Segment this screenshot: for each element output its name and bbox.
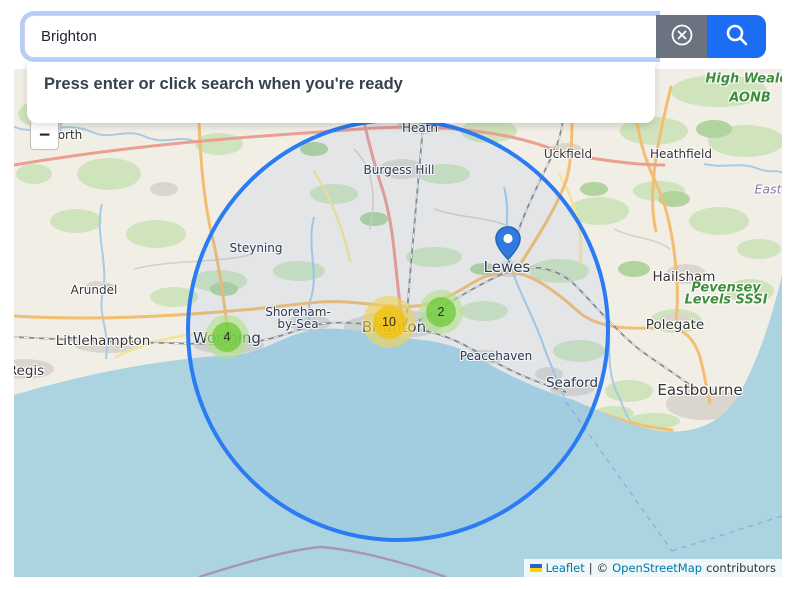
marker-cluster-10[interactable]: 10 xyxy=(363,296,415,348)
map-pin-icon xyxy=(495,247,521,264)
map-label-uckfield: Uckfield xyxy=(544,147,592,161)
map-label-levels-sssi: Levels SSSI xyxy=(684,293,767,308)
search-button[interactable] xyxy=(707,15,766,58)
marker-cluster-2[interactable]: 2 xyxy=(419,290,463,334)
magnifier-icon xyxy=(724,22,750,51)
map-label-steyning: Steyning xyxy=(230,241,283,255)
map-label-east-sussex: East Sussex xyxy=(755,182,782,197)
map-label-regis: Regis xyxy=(14,363,44,379)
map-label-by-sea: by-Sea xyxy=(277,317,318,331)
map-label-arundel: Arundel xyxy=(71,283,118,297)
clear-search-button[interactable] xyxy=(656,15,707,58)
map-label-orth: orth xyxy=(58,128,83,142)
map-label-heath: Heath xyxy=(402,121,438,135)
cluster-count: 4 xyxy=(224,330,231,344)
attribution-separator: | xyxy=(589,561,593,575)
ukraine-flag-icon xyxy=(530,564,542,572)
map-attribution: Leaflet | © OpenStreetMap contributors xyxy=(524,559,782,577)
map-label-seaford: Seaford xyxy=(546,375,598,391)
search-hint-text: Press enter or click search when you're … xyxy=(44,75,403,93)
map-label-polegate: Polegate xyxy=(646,317,704,333)
map-label-littlehampton: Littlehampton xyxy=(56,333,151,349)
zoom-out-button[interactable]: − xyxy=(30,122,59,150)
contributors-text: contributors xyxy=(706,561,776,575)
map-canvas[interactable]: orth Heath Burgess Hill Uckfield Heathfield H… xyxy=(14,69,782,577)
search-hint-dropdown: Press enter or click search when you're … xyxy=(27,60,655,123)
map-label-eastbourne: Eastbourne xyxy=(657,381,742,399)
cluster-count: 10 xyxy=(382,315,396,329)
leaflet-link[interactable]: Leaflet xyxy=(546,561,585,575)
search-bar xyxy=(24,15,766,58)
map-label-heathfield: Heathfield xyxy=(650,147,712,161)
map-label-high-weald: High Weald xyxy=(705,72,782,87)
map-label-burgess-hill: Burgess Hill xyxy=(364,163,435,177)
copyright-symbol: © xyxy=(597,561,609,575)
marker-cluster-4[interactable]: 4 xyxy=(205,315,249,359)
openstreetmap-link[interactable]: OpenStreetMap xyxy=(612,561,702,575)
circle-x-icon xyxy=(669,22,695,51)
cluster-count: 2 xyxy=(438,305,445,319)
search-input[interactable] xyxy=(24,15,656,58)
map-label-aonb: AONB xyxy=(729,91,771,106)
map-label-peacehaven: Peacehaven xyxy=(460,349,533,363)
location-pin-marker[interactable] xyxy=(495,226,521,265)
